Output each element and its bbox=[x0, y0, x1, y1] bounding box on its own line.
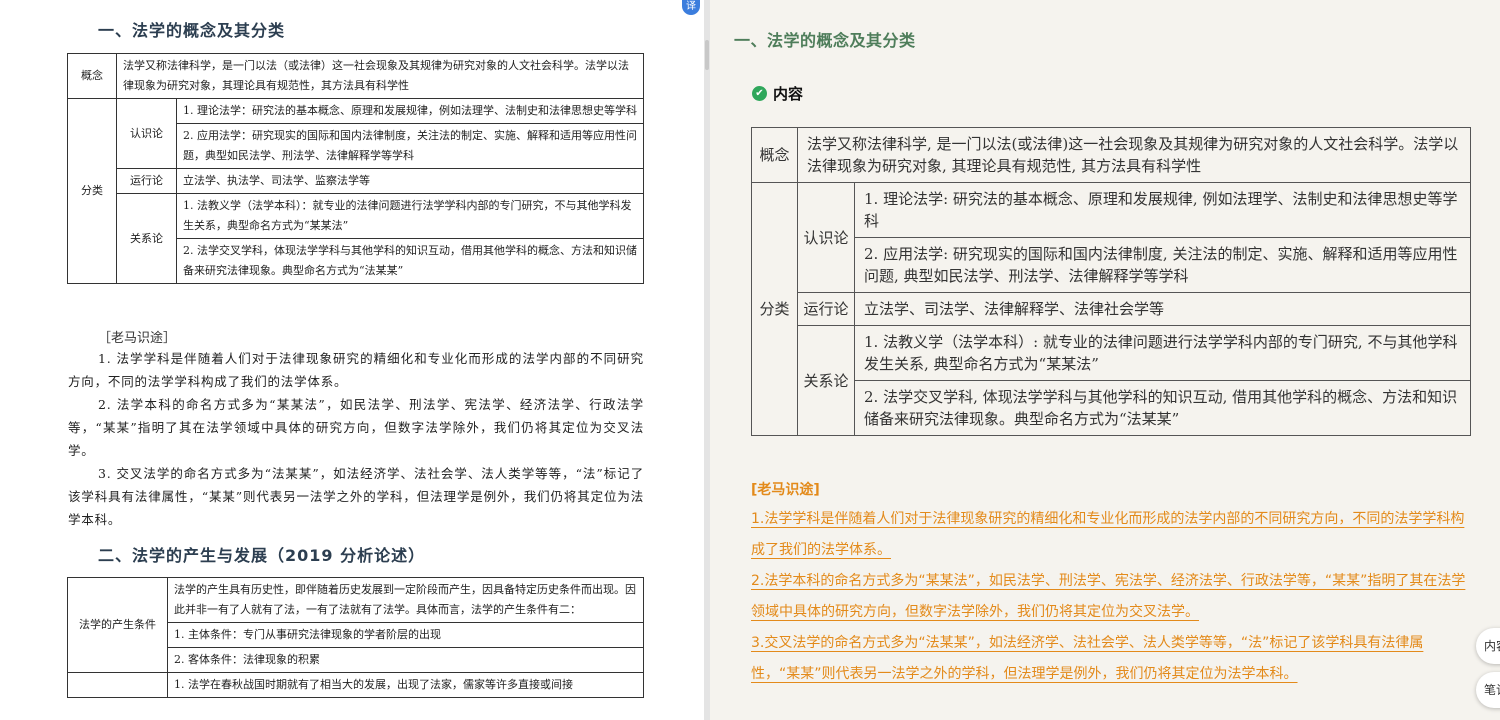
doc-cell-cond-label: 法学的产生条件 bbox=[67, 577, 168, 673]
cell-yunxing-label: 运行论 bbox=[797, 292, 855, 326]
section-header-content: ✔ 内容 bbox=[752, 83, 803, 104]
parsed-content-pane[interactable]: 一、法学的概念及其分类 ✔ 内容 概念 法学又称法律科学, 是一门以法(或法律)… bbox=[710, 0, 1500, 720]
content-classification-table: 概念 法学又称法律科学, 是一门以法(或法律)这一社会现象及其规律为研究对象的人… bbox=[751, 127, 1471, 436]
doc-heading-1: 一、法学的概念及其分类 bbox=[98, 21, 286, 40]
doc-cell-cond-text: 法学的产生具有历史性，即伴随着历史发展到一定阶段而产生，因具备特定历史条件而出现… bbox=[167, 577, 644, 623]
doc-note-paragraph: 2. 法学本科的命名方式多为“某某法”，如民法学、刑法学、宪法学、经济法学、行政… bbox=[68, 397, 644, 458]
doc-cell-classify-label: 分类 bbox=[67, 98, 117, 284]
cell-renshi-1: 1. 理论法学: 研究法的基本概念、原理和发展规律, 例如法理学、法制史和法律思… bbox=[854, 182, 1471, 238]
translate-icon[interactable]: 译 bbox=[682, 0, 700, 15]
cell-yunxing-text: 立法学、司法学、法律解释学、法律社会学等 bbox=[854, 292, 1471, 326]
note-link[interactable]: 2.法学本科的命名方式多为“某某法”，如民法学、刑法学、宪法学、经济法学、行政法… bbox=[751, 566, 1467, 628]
cell-guanxi-2: 2. 法学交叉学科, 体现法学学科与其他学科的知识互动, 借用其他学科的概念、方… bbox=[854, 380, 1471, 436]
doc-cell-guanxi-label: 关系论 bbox=[116, 193, 177, 284]
document-page-pane[interactable]: 一、法学的概念及其分类 概念 法学又称法律科学，是一门以法（或法律）这一社会现象… bbox=[0, 0, 704, 720]
doc-note-paragraph: 1. 法学学科是伴随着人们对于法律现象研究的精细化和专业化而形成的法学内部的不同… bbox=[68, 351, 644, 389]
cell-classify-label: 分类 bbox=[751, 182, 798, 436]
note-link[interactable]: 3.交叉法学的命名方式多为“法某某”，如法经济学、法社会学、法人类学等等，“法”… bbox=[751, 628, 1467, 690]
doc-cell-concept-text: 法学又称法律科学，是一门以法（或法律）这一社会现象及其规律为研究对象的人文社会科… bbox=[116, 53, 644, 99]
doc-cell-yunxing-text: 立法学、执法学、司法学、监察法学等 bbox=[176, 168, 644, 194]
content-title: 一、法学的概念及其分类 bbox=[734, 31, 916, 50]
doc-cell-renshi-1: 1. 理论法学：研究法的基本概念、原理和发展规律，例如法理学、法制史和法律思想史… bbox=[176, 98, 644, 124]
cell-renshi-label: 认识论 bbox=[797, 182, 855, 293]
note-link[interactable]: 1.法学学科是伴随着人们对于法律现象研究的精细化和专业化而形成的法学内部的不同研… bbox=[751, 504, 1467, 566]
doc-note-title: ［老马识途］ bbox=[98, 331, 177, 346]
doc-cell-cond-3: 1. 法学在春秋战国时期就有了相当大的发展，出现了法家，儒家等许多直接或间接 bbox=[167, 672, 644, 698]
cell-guanxi-1: 1. 法教义学（法学本科）: 就专业的法律问题进行法学学科内部的专门研究, 不与… bbox=[854, 325, 1471, 381]
cell-guanxi-label: 关系论 bbox=[797, 325, 855, 436]
doc-cell-renshi-2: 2. 应用法学：研究现实的国际和国内法律制度，关注法的制定、实施、解释和适用等应… bbox=[176, 123, 644, 169]
doc-cell-guanxi-1: 1. 法教义学（法学本科）：就专业的法律问题进行法学学科内部的专门研究，不与其他… bbox=[176, 193, 644, 239]
doc-origin-table: 法学的产生条件 法学的产生具有历史性，即伴随着历史发展到一定阶段而产生，因具备特… bbox=[67, 577, 644, 698]
section-label: 内容 bbox=[773, 85, 804, 103]
doc-cell-cond-1: 1. 主体条件：专门从事研究法律现象的学者阶层的出现 bbox=[167, 622, 644, 648]
doc-cell-cond-2: 2. 客体条件：法律现象的积累 bbox=[167, 647, 644, 673]
doc-cell-concept-label: 概念 bbox=[67, 53, 117, 99]
doc-heading-2: 二、法学的产生与发展（2019 分析论述） bbox=[98, 546, 426, 565]
doc-cell-renshi-label: 认识论 bbox=[116, 98, 177, 169]
cell-concept-text: 法学又称法律科学, 是一门以法(或法律)这一社会现象及其规律为研究对象的人文社会… bbox=[797, 127, 1471, 183]
note-title: [老马识途] bbox=[751, 482, 820, 498]
doc-classification-table: 概念 法学又称法律科学，是一门以法（或法律）这一社会现象及其规律为研究对象的人文… bbox=[67, 53, 644, 284]
doc-note-paragraph: 3. 交叉法学的命名方式多为“法某某”，如法经济学、法社会学、法人类学等等，“法… bbox=[68, 466, 644, 527]
cell-concept-label: 概念 bbox=[751, 127, 798, 183]
doc-cell-yunxing-label: 运行论 bbox=[116, 168, 177, 194]
doc-cell-blank bbox=[67, 672, 168, 698]
cell-renshi-2: 2. 应用法学: 研究现实的国际和国内法律制度, 关注法的制定、实施、解释和适用… bbox=[854, 237, 1471, 293]
check-circle-icon: ✔ bbox=[752, 86, 767, 101]
splitter-handle[interactable] bbox=[705, 40, 709, 70]
doc-cell-guanxi-2: 2. 法学交叉学科，体现法学学科与其他学科的知识互动，借用其他学科的概念、方法和… bbox=[176, 238, 644, 284]
